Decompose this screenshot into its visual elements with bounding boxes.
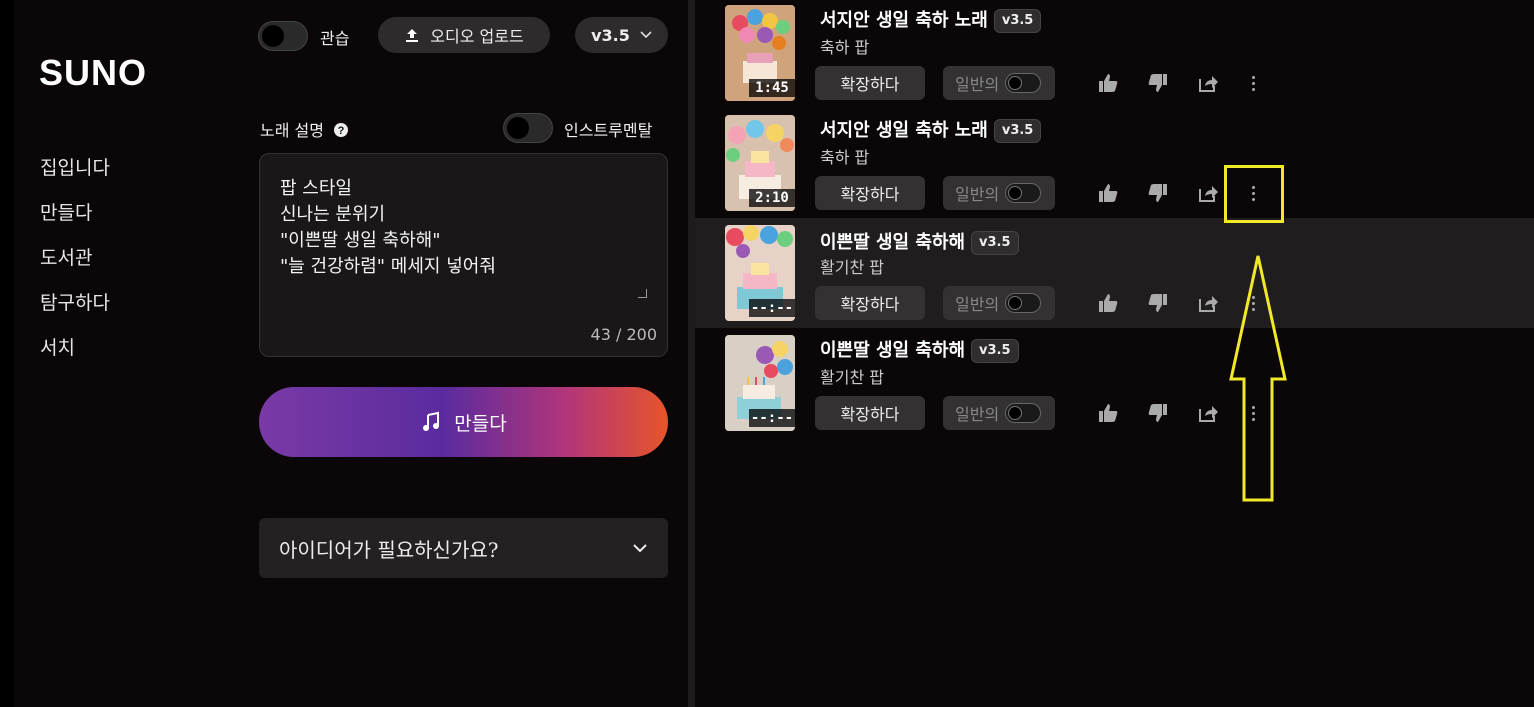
- nav-menu: 집입니다 만들다 도서관 탐구하다 서치: [40, 152, 110, 377]
- char-counter: 43 / 200: [590, 325, 657, 344]
- thumbs-down-icon[interactable]: [1147, 72, 1169, 94]
- create-button[interactable]: 만들다: [259, 387, 668, 457]
- song-style: 활기찬 팝: [820, 258, 884, 277]
- public-label: 일반의: [955, 185, 1000, 204]
- prompt-line: "늘 건강하렴" 메세지 넣어줘: [280, 256, 496, 277]
- song-duration: 1:45: [749, 79, 795, 97]
- public-toggle[interactable]: 일반의: [943, 396, 1055, 430]
- upload-audio-button[interactable]: 오디오 업로드: [378, 17, 550, 53]
- nav-item-search[interactable]: 서치: [40, 332, 110, 377]
- version-badge: v3.5: [971, 231, 1019, 255]
- upload-icon: [406, 29, 419, 42]
- extend-button[interactable]: 확장하다: [815, 66, 925, 100]
- share-icon[interactable]: [1197, 292, 1219, 314]
- song-title[interactable]: 이쁜딸 생일 축하해 v3.5: [820, 228, 1019, 255]
- music-note-icon: [423, 411, 440, 431]
- public-toggle[interactable]: 일반의: [943, 286, 1055, 320]
- nav-item-library[interactable]: 도서관: [40, 242, 110, 287]
- thumbs-down-icon[interactable]: [1147, 292, 1169, 314]
- custom-mode-label: 관습: [320, 29, 350, 48]
- prompt-line: 팝 스타일: [280, 178, 352, 199]
- song-duration: 2:10: [749, 189, 795, 207]
- nav-item-home[interactable]: 집입니다: [40, 152, 110, 197]
- ideas-label: 아이디어가 필요하신가요?: [279, 537, 499, 562]
- custom-mode-toggle[interactable]: [258, 21, 308, 51]
- public-label: 일반의: [955, 405, 1000, 424]
- version-badge: v3.5: [993, 9, 1042, 33]
- song-row[interactable]: --:-- 이쁜딸 생일 축하해 v3.5 활기찬 팝 확장하다 일반의: [695, 218, 1534, 328]
- resize-handle[interactable]: [638, 289, 647, 298]
- song-thumbnail[interactable]: 2:10: [725, 115, 795, 211]
- share-icon[interactable]: [1197, 72, 1219, 94]
- song-title[interactable]: 서지안 생일 축하 노래 v3.5: [820, 6, 1042, 33]
- chevron-down-icon: [640, 31, 652, 39]
- song-list: 1:45 서지안 생일 축하 노래 v3.5 축하 팝 확장하다 일반의 2:10…: [695, 0, 1534, 707]
- ideas-dropdown[interactable]: 아이디어가 필요하신가요?: [259, 518, 668, 578]
- instrumental-toggle[interactable]: [503, 113, 553, 143]
- create-button-label: 만들다: [454, 412, 507, 435]
- song-description-input[interactable]: 팝 스타일 신나는 분위기 "이쁜딸 생일 축하해" "늘 건강하렴" 메세지 …: [259, 153, 668, 357]
- extend-button[interactable]: 확장하다: [815, 286, 925, 320]
- prompt-line: "이쁜딸 생일 축하해": [280, 230, 441, 251]
- song-title[interactable]: 서지안 생일 축하 노래 v3.5: [820, 116, 1042, 143]
- song-duration: --:--: [749, 299, 795, 317]
- song-thumbnail[interactable]: 1:45: [725, 5, 795, 101]
- thumbs-up-icon[interactable]: [1097, 402, 1119, 424]
- version-label: v3.5: [591, 25, 630, 45]
- help-icon[interactable]: ?: [333, 122, 349, 138]
- thumbs-down-icon[interactable]: [1147, 182, 1169, 204]
- sidebar: SUNO 집입니다 만들다 도서관 탐구하다 서치: [14, 0, 244, 707]
- extend-button[interactable]: 확장하다: [815, 176, 925, 210]
- thumbs-up-icon[interactable]: [1097, 292, 1119, 314]
- version-badge: v3.5: [971, 339, 1019, 363]
- window-edge: [0, 0, 14, 707]
- suno-logo[interactable]: SUNO: [39, 52, 147, 94]
- chevron-down-icon: [633, 544, 647, 553]
- share-icon[interactable]: [1197, 402, 1219, 424]
- panel-divider[interactable]: [688, 0, 695, 707]
- svg-text:?: ?: [338, 125, 345, 137]
- nav-item-explore[interactable]: 탐구하다: [40, 287, 110, 332]
- song-title[interactable]: 이쁜딸 생일 축하해 v3.5: [820, 336, 1019, 363]
- song-row[interactable]: --:-- 이쁜딸 생일 축하해 v3.5 활기찬 팝 확장하다 일반의: [695, 330, 1534, 440]
- thumbs-up-icon[interactable]: [1097, 72, 1119, 94]
- song-description-label: 노래 설명 ?: [260, 117, 349, 141]
- nav-item-create[interactable]: 만들다: [40, 197, 110, 242]
- public-label: 일반의: [955, 295, 1000, 314]
- more-options-icon[interactable]: [1250, 72, 1256, 94]
- extend-button[interactable]: 확장하다: [815, 396, 925, 430]
- prompt-line: 신나는 분위기: [280, 204, 386, 225]
- song-thumbnail[interactable]: --:--: [725, 335, 795, 431]
- song-row[interactable]: 1:45 서지안 생일 축하 노래 v3.5 축하 팝 확장하다 일반의: [695, 0, 1534, 110]
- public-toggle[interactable]: 일반의: [943, 66, 1055, 100]
- public-toggle[interactable]: 일반의: [943, 176, 1055, 210]
- version-select[interactable]: v3.5: [575, 17, 668, 53]
- song-thumbnail[interactable]: --:--: [725, 225, 795, 321]
- upload-audio-label: 오디오 업로드: [430, 27, 524, 46]
- highlight-box-annotation: [1224, 165, 1284, 223]
- song-style: 활기찬 팝: [820, 368, 884, 387]
- instrumental-label: 인스트루멘탈: [564, 121, 653, 140]
- public-label: 일반의: [955, 75, 1000, 94]
- thumbs-down-icon[interactable]: [1147, 402, 1169, 424]
- song-style: 축하 팝: [820, 38, 870, 57]
- song-style: 축하 팝: [820, 148, 870, 167]
- up-arrow-annotation: [1229, 255, 1287, 502]
- version-badge: v3.5: [993, 119, 1042, 143]
- song-row[interactable]: 2:10 서지안 생일 축하 노래 v3.5 축하 팝 확장하다 일반의: [695, 110, 1534, 220]
- create-panel: 관습 오디오 업로드 v3.5 노래 설명 ? 인스트루멘탈 팝 스타일 신나는…: [244, 0, 688, 707]
- thumbs-up-icon[interactable]: [1097, 182, 1119, 204]
- share-icon[interactable]: [1197, 182, 1219, 204]
- song-duration: --:--: [749, 409, 795, 427]
